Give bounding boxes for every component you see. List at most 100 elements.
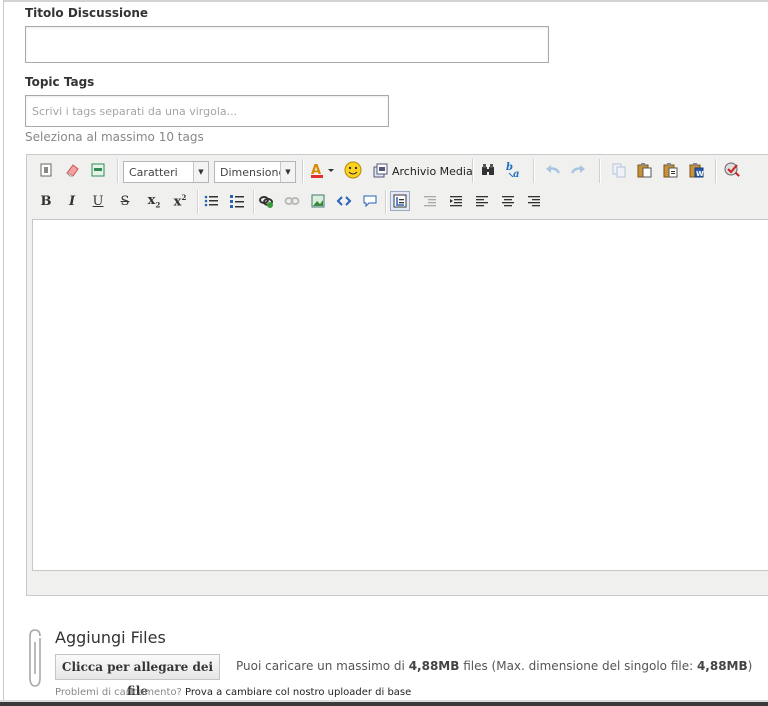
bottom-border — [0, 700, 768, 706]
title-label: Titolo Discussione — [25, 6, 149, 20]
remove-format-button[interactable] — [62, 160, 82, 180]
attach-files-button[interactable]: Clicca per allegare dei file — [55, 654, 220, 698]
outdent-button[interactable] — [420, 191, 440, 211]
tags-label: Topic Tags — [25, 75, 95, 89]
tags-hint: Seleziona al massimo 10 tags — [25, 130, 204, 144]
align-center-icon — [502, 196, 514, 207]
superscript-icon: x2 — [173, 192, 187, 210]
eraser-icon — [66, 164, 79, 177]
left-border — [3, 0, 4, 706]
top-border — [3, 0, 768, 2]
redo-icon — [570, 165, 585, 174]
subscript-icon: x2 — [147, 192, 161, 210]
toolbar-separator — [533, 159, 535, 183]
spellcheck-icon — [724, 162, 740, 177]
spellcheck-button[interactable] — [722, 160, 742, 180]
attach-files-title: Aggiungi Files — [55, 628, 166, 647]
source-button[interactable] — [36, 160, 56, 180]
strikethrough-button[interactable]: S — [115, 191, 135, 211]
strikethrough-icon: S — [120, 193, 130, 209]
basic-uploader-link[interactable]: Prova a cambiare col nostro uploader di … — [185, 687, 411, 698]
toolbar-separator — [599, 159, 601, 183]
editor-status-bar — [27, 573, 768, 595]
source-icon — [40, 163, 52, 177]
font-dropdown[interactable]: Caratteri ▼ — [123, 161, 209, 183]
font-color-icon: A — [311, 163, 334, 178]
toolbar-separator — [302, 159, 304, 183]
paste-button[interactable] — [634, 160, 654, 180]
media-archive-label: Archivio Media — [392, 164, 473, 178]
image-button[interactable] — [308, 191, 328, 211]
underline-button[interactable]: U — [88, 191, 108, 211]
svg-text:W: W — [696, 170, 704, 178]
unlink-button[interactable] — [282, 191, 302, 211]
bold-icon: B — [40, 193, 52, 209]
toolbar-separator — [715, 159, 717, 183]
code-button[interactable] — [334, 191, 354, 211]
numbered-list-button[interactable] — [227, 191, 247, 211]
chevron-down-icon: ▼ — [193, 162, 208, 182]
align-left-button[interactable] — [472, 191, 492, 211]
italic-icon: I — [68, 193, 76, 209]
bold-button[interactable]: B — [36, 191, 56, 211]
toolbar-separator — [117, 159, 119, 183]
copy-icon — [612, 163, 626, 178]
replace-button[interactable]: ba — [504, 160, 524, 180]
svg-text:a: a — [513, 169, 519, 179]
undo-button[interactable] — [543, 160, 563, 180]
bullet-list-icon — [204, 195, 218, 207]
numbered-list-icon — [230, 195, 244, 208]
svg-text:b: b — [506, 162, 513, 173]
indent-icon — [393, 194, 407, 208]
rich-text-editor: Caratteri ▼ Dimensione ▼ A Archivio Medi… — [26, 154, 768, 596]
subscript-button[interactable]: x2 — [144, 191, 164, 211]
undo-icon — [546, 165, 561, 174]
title-input[interactable] — [25, 26, 549, 63]
tags-input[interactable] — [25, 95, 389, 127]
paste-text-button[interactable] — [660, 160, 680, 180]
toolbar-row-1: Caratteri ▼ Dimensione ▼ A Archivio Medi… — [27, 157, 768, 185]
size-dropdown[interactable]: Dimensione ▼ — [214, 161, 296, 183]
quote-button[interactable] — [360, 191, 380, 211]
bullet-list-button[interactable] — [201, 191, 221, 211]
link-icon — [259, 196, 273, 208]
smiley-button[interactable] — [343, 160, 363, 180]
justify-button[interactable] — [446, 191, 466, 211]
media-archive-button[interactable]: Archivio Media — [372, 161, 473, 181]
smiley-icon — [344, 161, 362, 179]
editor-content-area[interactable] — [32, 219, 768, 571]
template-icon — [91, 163, 105, 177]
find-icon — [482, 164, 494, 175]
unlink-icon — [284, 197, 300, 205]
paste-text-icon — [663, 163, 678, 178]
paste-word-button[interactable]: W — [686, 160, 706, 180]
upload-problems-text: Problemi di caricamento? Prova a cambiar… — [55, 687, 412, 698]
justify-icon — [450, 196, 462, 207]
upload-limit-text: Puoi caricare un massimo di 4,88MB files… — [236, 659, 753, 673]
media-icon — [373, 163, 388, 178]
align-center-button[interactable] — [498, 191, 518, 211]
copy-button[interactable] — [609, 160, 629, 180]
align-right-button[interactable] — [524, 191, 544, 211]
paste-icon — [637, 163, 652, 178]
link-button[interactable] — [256, 191, 276, 211]
find-button[interactable] — [478, 160, 498, 180]
italic-button[interactable]: I — [62, 191, 82, 211]
image-icon — [311, 194, 325, 208]
font-dropdown-label: Caratteri — [129, 166, 178, 179]
redo-button[interactable] — [568, 160, 588, 180]
font-color-button[interactable]: A — [309, 160, 337, 180]
toolbar-separator — [385, 190, 387, 214]
superscript-button[interactable]: x2 — [170, 191, 190, 211]
toolbar-separator — [472, 159, 474, 183]
toolbar-row-2: B I U S x2 x2 — [27, 188, 768, 216]
quote-icon — [363, 195, 377, 208]
paste-word-icon: W — [689, 163, 704, 178]
underline-icon: U — [92, 193, 104, 209]
indent-button[interactable] — [390, 191, 410, 211]
template-button[interactable] — [88, 160, 108, 180]
toolbar-separator — [197, 190, 199, 214]
chevron-down-icon: ▼ — [280, 162, 295, 182]
align-right-icon — [528, 196, 540, 207]
code-icon — [336, 196, 352, 206]
